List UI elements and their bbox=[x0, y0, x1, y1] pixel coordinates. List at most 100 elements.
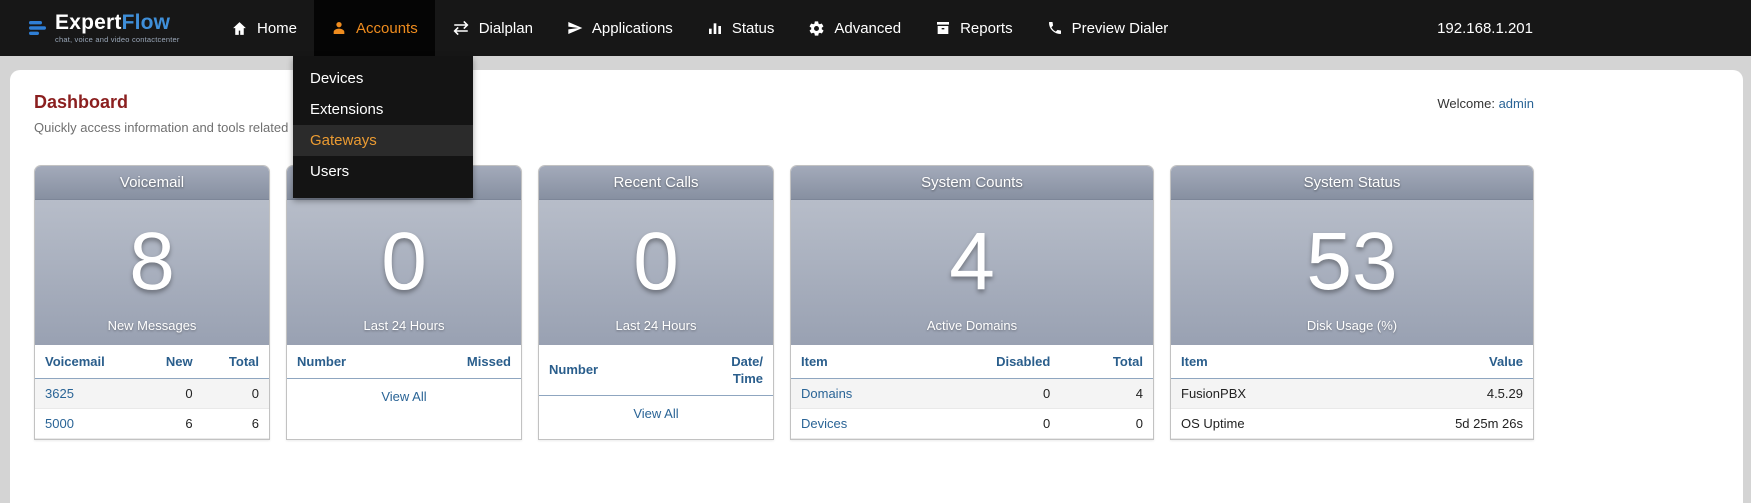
stat-label: Active Domains bbox=[791, 318, 1153, 335]
table-cell: 0 bbox=[141, 378, 203, 408]
brand-name-secondary: Flow bbox=[122, 11, 171, 34]
menu-item-extensions[interactable]: Extensions bbox=[293, 94, 473, 125]
view-all-container: View All bbox=[539, 396, 773, 433]
card-title: System Counts bbox=[791, 166, 1153, 200]
cell-link[interactable]: Devices bbox=[801, 416, 847, 431]
table-row: Domains 04 bbox=[791, 378, 1153, 408]
cell-link[interactable]: 5000 bbox=[45, 416, 74, 431]
column-header: Item bbox=[1171, 345, 1349, 378]
table-cell: 0 bbox=[923, 378, 1060, 408]
menu-item-devices[interactable]: Devices bbox=[293, 63, 473, 94]
brand-logo[interactable]: ExpertFlow chat, voice and video contact… bbox=[28, 12, 212, 44]
welcome-label: Welcome: bbox=[1437, 96, 1495, 111]
header-row: NumberMissed bbox=[287, 345, 521, 378]
column-header: New bbox=[141, 345, 203, 378]
stat-label: Last 24 Hours bbox=[287, 318, 521, 335]
page-header: Dashboard Quickly access information and… bbox=[10, 70, 1743, 135]
cell-link[interactable]: Domains bbox=[801, 386, 852, 401]
nav-item-home[interactable]: Home bbox=[214, 0, 314, 56]
archive-icon bbox=[935, 20, 951, 36]
column-header: Item bbox=[791, 345, 923, 378]
card-title: Recent Calls bbox=[539, 166, 773, 200]
stat-number: 53 bbox=[1171, 206, 1533, 318]
nav-item-label: Reports bbox=[960, 20, 1013, 37]
menu-item-users[interactable]: Users bbox=[293, 156, 473, 187]
cell-link[interactable]: 3625 bbox=[45, 386, 74, 401]
card-table: VoicemailNewTotal362500500066 bbox=[35, 345, 269, 439]
card-table: NumberDate/ Time bbox=[539, 345, 773, 396]
table-row: OS Uptime5d 25m 26s bbox=[1171, 408, 1533, 438]
card-voicemail: Voicemail 8New Messages VoicemailNewTotal 3… bbox=[34, 165, 270, 440]
main-nav: Home Accounts Dialplan Applications Status Ad… bbox=[214, 0, 1185, 56]
view-all-container: View All bbox=[287, 379, 521, 416]
header-row: ItemValue bbox=[1171, 345, 1533, 378]
card-stat-area: 0Last 24 Hours bbox=[539, 200, 773, 345]
nav-item-reports[interactable]: Reports bbox=[918, 0, 1030, 56]
welcome-user-link[interactable]: admin bbox=[1499, 96, 1534, 111]
card-table-head: ItemValue bbox=[1171, 345, 1533, 378]
nav-item-advanced[interactable]: Advanced bbox=[791, 0, 918, 56]
column-header: Number bbox=[287, 345, 408, 378]
card-title: Voicemail bbox=[35, 166, 269, 200]
nav-item-dialplan[interactable]: Dialplan bbox=[435, 0, 550, 56]
nav-item-status[interactable]: Status bbox=[690, 0, 792, 56]
stat-label: Disk Usage (%) bbox=[1171, 318, 1533, 335]
nav-item-label: Dialplan bbox=[479, 20, 533, 37]
card-table-body: Domains 04Devices00 bbox=[791, 378, 1153, 438]
menu-item-gateways[interactable]: Gateways bbox=[293, 125, 473, 156]
stat-number: 4 bbox=[791, 206, 1153, 318]
column-header: Number bbox=[539, 345, 673, 395]
card-table-head: VoicemailNewTotal bbox=[35, 345, 269, 378]
column-header: Total bbox=[1060, 345, 1153, 378]
card-recent-calls: Recent Calls0Last 24 HoursNumberDate/ Ti… bbox=[538, 165, 774, 440]
table-cell: 3625 bbox=[35, 378, 141, 408]
table-cell: 4.5.29 bbox=[1349, 378, 1533, 408]
card-table-head: ItemDisabledTotal bbox=[791, 345, 1153, 378]
card-table-head: NumberDate/ Time bbox=[539, 345, 773, 395]
brand-text: ExpertFlow chat, voice and video contact… bbox=[55, 12, 180, 44]
view-all-link[interactable]: View All bbox=[633, 406, 678, 421]
stat-number: 8 bbox=[35, 206, 269, 318]
nav-item-applications[interactable]: Applications bbox=[550, 0, 690, 56]
card-system-status: System Status53Disk Usage (%)ItemValueFu… bbox=[1170, 165, 1534, 440]
page-subtitle: Quickly access information and tools rel… bbox=[34, 120, 1743, 135]
nav-item-label: Status bbox=[732, 20, 775, 37]
table-row: 500066 bbox=[35, 408, 269, 438]
card-table-head: NumberMissed bbox=[287, 345, 521, 378]
table-cell: 4 bbox=[1060, 378, 1153, 408]
column-header: Disabled bbox=[923, 345, 1060, 378]
table-row: FusionPBX4.5.29 bbox=[1171, 378, 1533, 408]
stat-number: 0 bbox=[287, 206, 521, 318]
nav-item-label: Home bbox=[257, 20, 297, 37]
nav-item-preview-dialer[interactable]: Preview Dialer bbox=[1030, 0, 1186, 56]
dashboard-cards: Voicemail 8New Messages VoicemailNewTotal 3… bbox=[34, 165, 1743, 440]
card-table: ItemDisabledTotal Domains 04Devices00 bbox=[791, 345, 1153, 439]
accounts-dropdown-menu: DevicesExtensionsGatewaysUsers bbox=[293, 56, 473, 198]
table-cell: 5d 25m 26s bbox=[1349, 408, 1533, 438]
card-table: NumberMissed bbox=[287, 345, 521, 379]
card-stat-area: 53Disk Usage (%) bbox=[1171, 200, 1533, 345]
stat-label: New Messages bbox=[35, 318, 269, 335]
table-row: Devices00 bbox=[791, 408, 1153, 438]
card-stat-area: 4Active Domains bbox=[791, 200, 1153, 345]
table-cell: Domains bbox=[791, 378, 923, 408]
nav-item-label: Accounts bbox=[356, 20, 418, 37]
server-ip: 192.168.1.201 bbox=[1437, 20, 1533, 37]
gear-icon bbox=[808, 20, 825, 37]
exchange-icon bbox=[452, 19, 470, 37]
table-cell: 5000 bbox=[35, 408, 141, 438]
column-header: Value bbox=[1349, 345, 1533, 378]
nav-item-accounts[interactable]: Accounts bbox=[314, 0, 435, 56]
card-stat-area: 0Last 24 Hours bbox=[287, 200, 521, 345]
card-title: System Status bbox=[1171, 166, 1533, 200]
table-cell: 6 bbox=[203, 408, 269, 438]
table-cell: FusionPBX bbox=[1171, 378, 1349, 408]
table-cell: 0 bbox=[203, 378, 269, 408]
phone-icon bbox=[1047, 20, 1063, 36]
column-header: Date/ Time bbox=[673, 345, 773, 395]
stat-label: Last 24 Hours bbox=[539, 318, 773, 335]
card-table-body: FusionPBX4.5.29OS Uptime5d 25m 26s bbox=[1171, 378, 1533, 438]
view-all-link[interactable]: View All bbox=[381, 389, 426, 404]
paper-plane-icon bbox=[567, 20, 583, 36]
column-header: Missed bbox=[408, 345, 521, 378]
